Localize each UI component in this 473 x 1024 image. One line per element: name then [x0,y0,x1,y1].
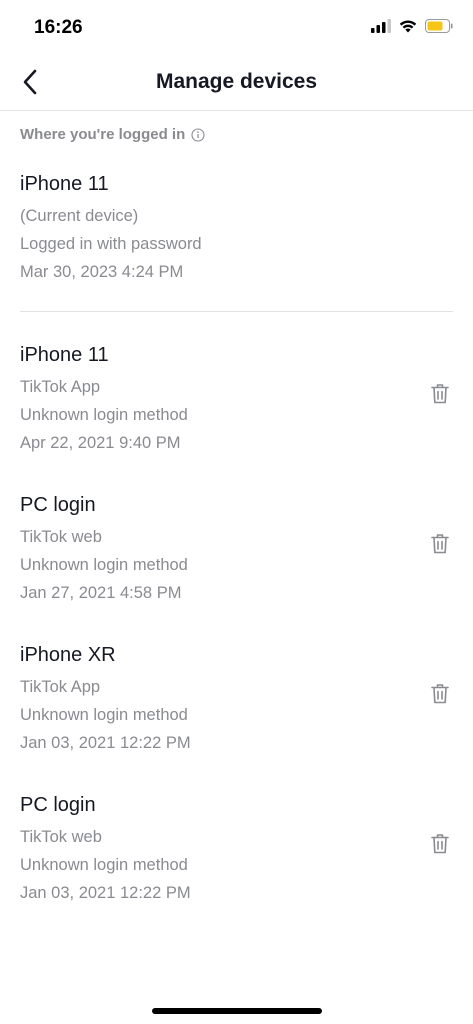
device-name: PC login [20,494,96,516]
device-app: TikTok App [20,378,101,396]
trash-icon [431,533,449,559]
device-item: PC login TikTok web Unknown login method… [20,793,453,907]
page-title: Manage devices [155,70,318,93]
device-login-date: Jan 03, 2021 12:22 PM [20,884,191,902]
device-name: iPhone 11 [20,173,109,195]
device-login-method: Unknown login method [20,556,188,574]
delete-device-button[interactable] [429,834,451,858]
device-app: TikTok App [20,678,101,696]
current-device-item: iPhone 11 (Current device) Logged in wit… [20,172,453,286]
device-app: TikTok web [20,828,102,846]
divider [20,311,453,312]
delete-device-button[interactable] [429,384,451,408]
device-name: iPhone 11 [20,344,109,366]
section-header-label: Where you're logged in [20,126,186,143]
status-icons [371,18,453,38]
device-login-method: Unknown login method [20,856,188,874]
trash-icon [431,383,449,409]
device-login-date: Mar 30, 2023 4:24 PM [20,263,184,281]
device-status: (Current device) [20,207,139,225]
device-name: PC login [20,794,96,816]
battery-icon [425,18,453,38]
home-indicator[interactable] [152,1008,322,1014]
device-item: iPhone 11 TikTok App Unknown login metho… [20,343,453,457]
device-app: TikTok web [20,528,102,546]
section-header: Where you're logged in [20,126,205,143]
device-login-method: Unknown login method [20,406,188,424]
device-item: PC login TikTok web Unknown login method… [20,493,453,607]
trash-icon [431,833,449,859]
device-name: iPhone XR [20,644,116,666]
device-login-method: Unknown login method [20,706,188,724]
signal-icon [371,18,391,38]
nav-bar: Manage devices [0,56,473,111]
status-bar: 16:26 [0,0,473,56]
device-login-date: Apr 22, 2021 9:40 PM [20,434,181,452]
delete-device-button[interactable] [429,684,451,708]
device-item: iPhone XR TikTok App Unknown login metho… [20,643,453,757]
device-login-method: Logged in with password [20,235,202,253]
wifi-icon [399,19,417,38]
device-login-date: Jan 03, 2021 12:22 PM [20,734,191,752]
trash-icon [431,683,449,709]
device-login-date: Jan 27, 2021 4:58 PM [20,584,182,602]
info-icon[interactable] [191,127,205,142]
delete-device-button[interactable] [429,534,451,558]
status-time: 16:26 [34,17,83,38]
